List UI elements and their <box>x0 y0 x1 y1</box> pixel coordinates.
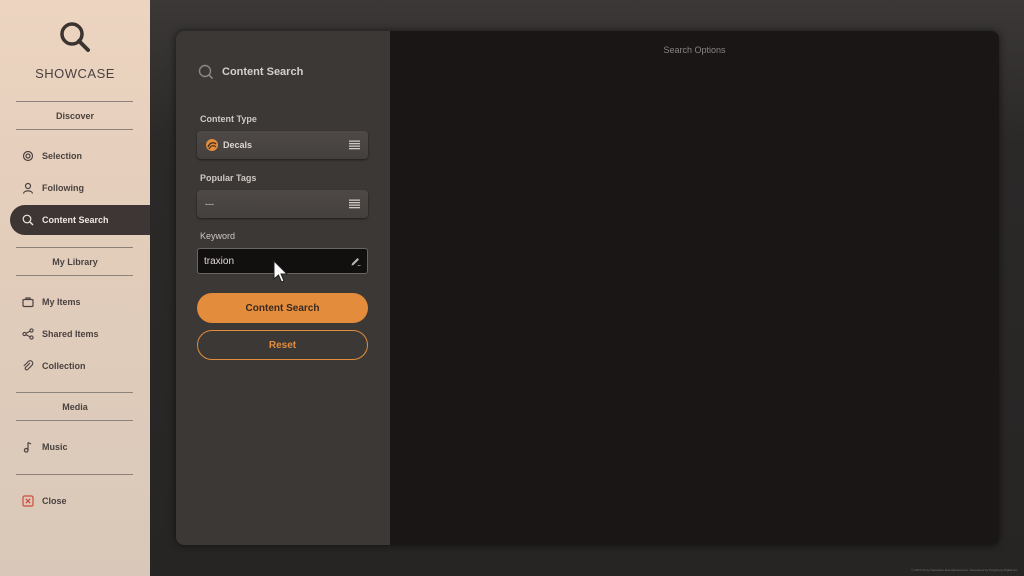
keyword-label: Keyword <box>200 231 236 241</box>
divider <box>16 275 133 276</box>
sidebar-item-my-items[interactable]: My Items <box>10 287 150 317</box>
person-icon <box>22 182 34 194</box>
list-icon <box>349 140 360 150</box>
search-icon <box>22 214 34 226</box>
content-type-label: Content Type <box>200 114 257 124</box>
search-form-panel: Content Search Content Type Decals Popul… <box>176 31 390 545</box>
search-icon <box>60 22 90 52</box>
reset-button[interactable]: Reset <box>197 330 368 360</box>
panel-header: Content Search <box>198 64 303 80</box>
divider <box>16 474 133 475</box>
copyright-footer: © 20XX Sony Interactive Entertainment In… <box>911 568 1018 572</box>
briefcase-icon <box>22 296 34 308</box>
search-icon <box>198 64 214 80</box>
content-search-button[interactable]: Content Search <box>197 293 368 323</box>
sidebar-item-following[interactable]: Following <box>10 173 150 203</box>
sidebar-item-close[interactable]: Close <box>10 486 150 516</box>
sidebar-item-collection[interactable]: Collection <box>10 351 150 381</box>
list-icon <box>349 199 360 209</box>
section-media: Media <box>62 402 88 412</box>
sidebar-item-shared-items[interactable]: Shared Items <box>10 319 150 349</box>
sidebar-item-label: Shared Items <box>42 329 99 339</box>
divider <box>16 101 133 102</box>
cursor-icon <box>273 260 289 283</box>
section-my-library: My Library <box>52 257 98 267</box>
sidebar-item-label: Content Search <box>42 215 109 225</box>
share-icon <box>22 328 34 340</box>
sidebar-item-label: Following <box>42 183 84 193</box>
pencil-icon[interactable] <box>350 256 361 267</box>
section-discover: Discover <box>55 111 95 121</box>
sidebar-item-label: Collection <box>42 361 86 371</box>
search-options-title: Search Options <box>663 45 726 55</box>
panel-title: Content Search <box>222 66 304 78</box>
brand: SHOWCASE <box>0 20 150 81</box>
divider <box>16 420 133 421</box>
divider <box>16 129 133 130</box>
sidebar: SHOWCASE Discover Selection Following Co… <box>0 0 150 576</box>
divider <box>16 392 133 393</box>
sidebar-item-selection[interactable]: Selection <box>10 141 150 171</box>
sidebar-item-label: My Items <box>42 297 81 307</box>
popular-tags-value: --- <box>205 199 214 209</box>
sidebar-item-label: Music <box>42 442 68 452</box>
sidebar-item-music[interactable]: Music <box>10 432 150 462</box>
content-search-window: Content Search Content Type Decals Popul… <box>176 31 999 545</box>
divider <box>16 247 133 248</box>
popular-tags-label: Popular Tags <box>200 173 257 183</box>
gear-icon <box>22 150 34 162</box>
close-icon <box>22 495 34 507</box>
sidebar-item-label: Selection <box>42 151 83 161</box>
decals-icon <box>206 139 218 151</box>
content-type-value: Decals <box>223 140 253 150</box>
app-title: SHOWCASE <box>35 66 115 81</box>
music-note-icon <box>22 441 34 453</box>
paperclip-icon <box>22 360 34 372</box>
popular-tags-select[interactable]: --- <box>197 190 368 218</box>
sidebar-item-content-search[interactable]: Content Search <box>10 205 150 235</box>
content-type-select[interactable]: Decals <box>197 131 368 159</box>
sidebar-item-label: Close <box>42 496 67 506</box>
